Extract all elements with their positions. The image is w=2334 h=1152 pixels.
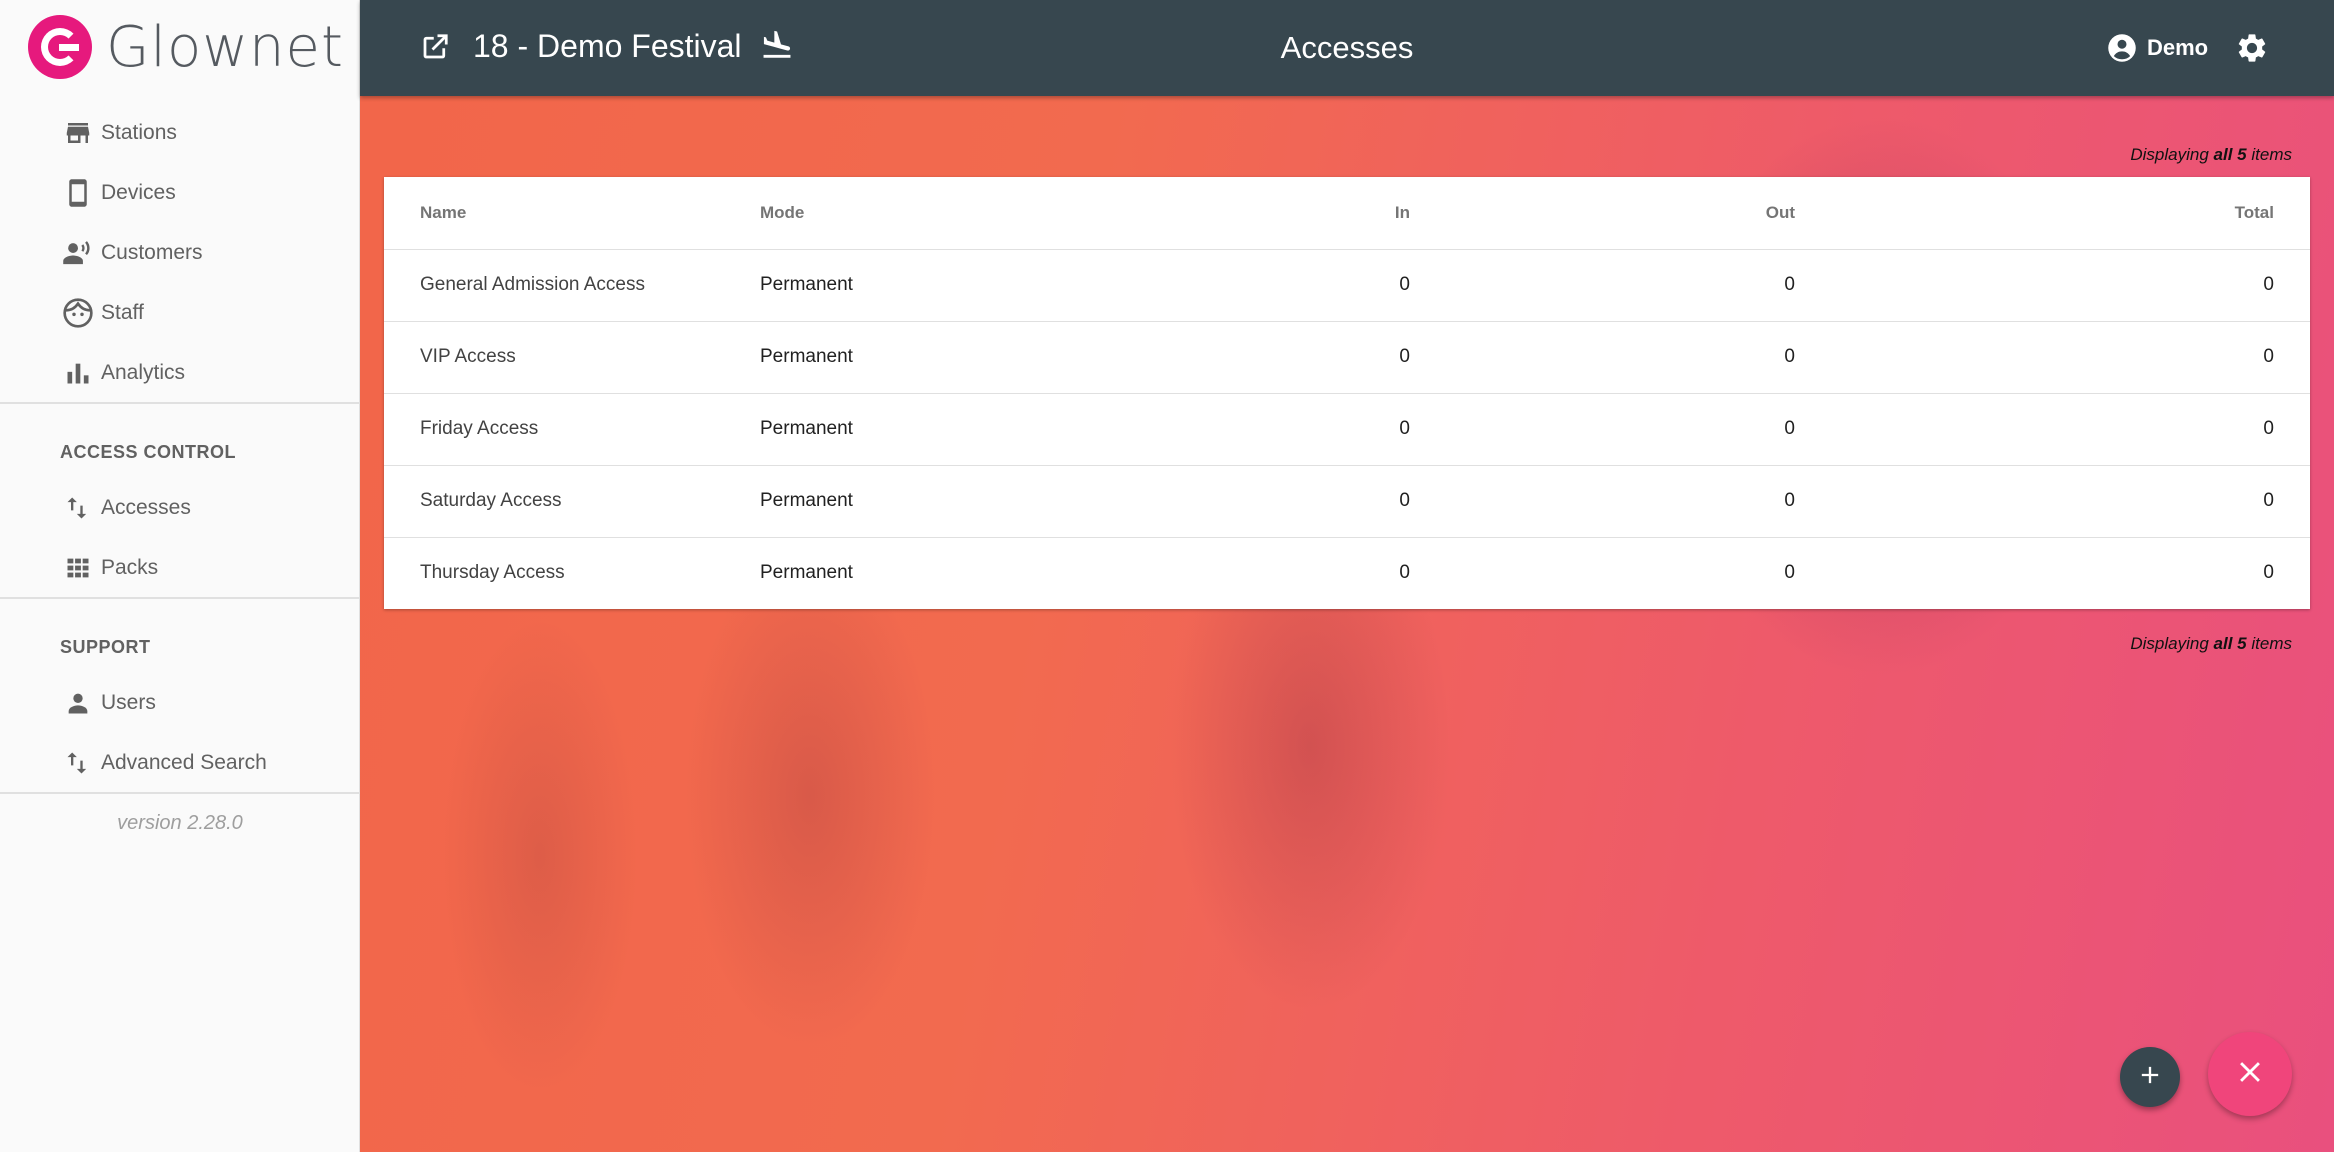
account-circle-icon[interactable] [2107, 33, 2137, 63]
cell-in: 0 [1260, 321, 1410, 394]
sidebar-item-label: Customers [101, 241, 203, 264]
cell-mode: Permanent [760, 249, 1260, 322]
sidebar-item-advanced-search[interactable]: Advanced Search [0, 733, 360, 793]
column-header-out[interactable]: Out [1410, 177, 1795, 250]
event-title[interactable]: 18 - Demo Festival [473, 28, 742, 65]
cell-in: 0 [1399, 562, 1410, 584]
section-title-access-control: ACCESS CONTROL [60, 442, 237, 462]
cell-mode: Permanent [760, 465, 1260, 538]
close-fab-button[interactable] [2208, 1032, 2292, 1116]
phone-icon [60, 175, 96, 211]
count-strong: all 5 [2213, 634, 2247, 653]
sidebar-item-label: Accesses [101, 496, 191, 519]
flight-land-icon[interactable] [760, 28, 794, 62]
cell-name[interactable]: Thursday Access [384, 537, 760, 609]
items-count-bottom: Displaying all 5 items [2130, 634, 2292, 654]
sidebar: Glownet Stations Devices Customers Staff… [0, 0, 360, 1152]
sidebar-item-users[interactable]: Users [0, 673, 360, 733]
store-icon [60, 115, 96, 151]
table-row[interactable]: General Admission Access Permanent 0 0 0 [384, 249, 2310, 322]
accesses-table-card: Name Mode In Out Total General Admission… [384, 177, 2310, 609]
sidebar-item-staff[interactable]: Staff [0, 283, 360, 343]
bar-chart-icon [60, 355, 96, 391]
sidebar-item-stations[interactable]: Stations [0, 103, 360, 163]
count-prefix: Displaying [2130, 634, 2209, 653]
count-suffix: items [2251, 145, 2292, 164]
cell-total: 0 [1795, 249, 2310, 322]
cell-out: 0 [1410, 321, 1795, 394]
main-content: Displaying all 5 items Name Mode In Out … [360, 96, 2334, 1152]
cell-total: 0 [1795, 393, 2310, 466]
sidebar-item-label: Packs [101, 556, 159, 579]
sidebar-item-packs[interactable]: Packs [0, 538, 360, 598]
cell-out: 0 [1410, 393, 1795, 466]
cell-in: 0 [1260, 393, 1410, 466]
table-row[interactable]: Saturday Access Permanent 0 0 0 [384, 465, 2310, 538]
count-suffix: items [2251, 634, 2292, 653]
version-label: version 2.28.0 [117, 812, 243, 834]
glownet-logo[interactable]: Glownet [28, 14, 344, 80]
sidebar-divider [0, 792, 360, 794]
close-icon [2233, 1055, 2267, 1094]
sidebar-item-analytics[interactable]: Analytics [0, 343, 360, 403]
customers-icon [60, 235, 96, 271]
cell-name[interactable]: VIP Access [384, 321, 760, 394]
sidebar-item-customers[interactable]: Customers [0, 223, 360, 283]
sidebar-divider [0, 597, 360, 599]
swap-vertical-icon [60, 490, 96, 526]
cell-mode: Permanent [760, 393, 1260, 466]
grid-icon [60, 550, 96, 586]
open-external-icon[interactable] [420, 32, 450, 62]
cell-out: 0 [1410, 249, 1795, 322]
column-header-in[interactable]: In [1260, 177, 1410, 250]
gear-icon[interactable] [2235, 31, 2269, 65]
items-count-top: Displaying all 5 items [2130, 145, 2292, 165]
cell-name[interactable]: General Admission Access [384, 249, 760, 322]
user-name[interactable]: Demo [2147, 35, 2208, 61]
glownet-logo-icon [28, 15, 92, 79]
logo-text: Glownet [106, 14, 344, 80]
cell-name[interactable]: Saturday Access [384, 465, 760, 538]
cell-mode: Permanent [760, 321, 1260, 394]
table-row[interactable]: Friday Access Permanent 0 0 0 [384, 393, 2310, 466]
table-row[interactable]: Thursday Access Permanent 0 0 0 [384, 537, 2310, 609]
add-button[interactable] [2120, 1047, 2180, 1107]
sidebar-item-label: Analytics [101, 361, 186, 384]
plus-icon [2136, 1061, 2164, 1094]
cell-out: 0 [1410, 465, 1795, 538]
swap-vertical-icon [60, 745, 96, 781]
sidebar-item-accesses[interactable]: Accesses [0, 478, 360, 538]
sidebar-item-devices[interactable]: Devices [0, 163, 360, 223]
sidebar-item-label: Users [101, 691, 156, 714]
accesses-table: Name Mode In Out Total General Admission… [384, 177, 2310, 609]
column-header-mode[interactable]: Mode [760, 177, 1260, 250]
face-icon [60, 295, 96, 331]
section-title-support: SUPPORT [60, 637, 151, 657]
count-prefix: Displaying [2130, 145, 2209, 164]
count-strong: all 5 [2213, 145, 2247, 164]
cell-total: 0 [1795, 465, 2310, 538]
person-icon [60, 685, 96, 721]
sidebar-item-label: Devices [101, 181, 176, 204]
cell-in: 0 [1260, 465, 1410, 538]
table-header-row: Name Mode In Out Total [384, 177, 2310, 250]
cell-in: 0 [1260, 249, 1410, 322]
cell-out: 0 [1784, 562, 1795, 584]
sidebar-divider [0, 402, 360, 404]
cell-mode: Permanent [760, 562, 853, 584]
column-header-name[interactable]: Name [384, 177, 760, 250]
sidebar-item-label: Stations [101, 121, 177, 144]
sidebar-item-label: Advanced Search [101, 751, 267, 774]
cell-name[interactable]: Friday Access [384, 393, 760, 466]
table-row[interactable]: VIP Access Permanent 0 0 0 [384, 321, 2310, 394]
top-app-bar: 18 - Demo Festival Accesses Demo [360, 0, 2334, 96]
column-header-total[interactable]: Total [1795, 177, 2310, 250]
cell-total: 0 [1795, 321, 2310, 394]
sidebar-item-label: Staff [101, 301, 144, 324]
cell-total: 0 [2263, 562, 2274, 584]
